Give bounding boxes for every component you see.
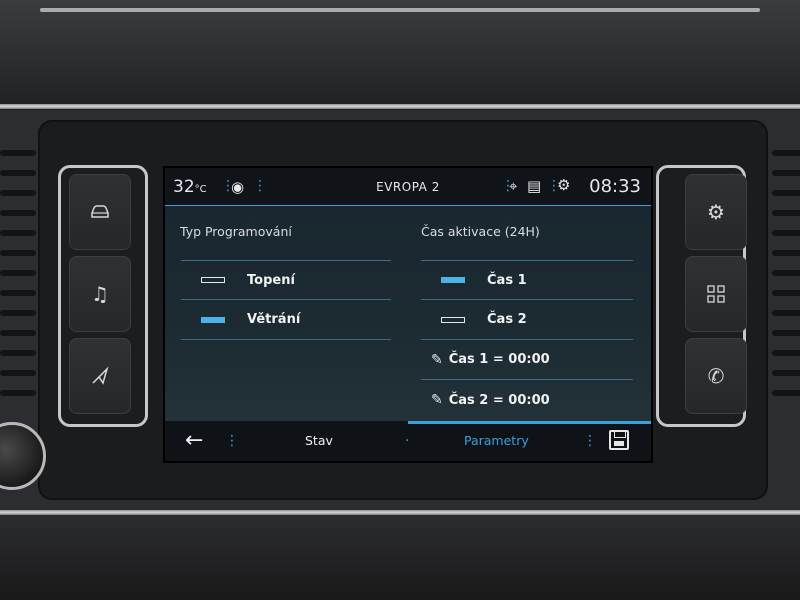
back-arrow-icon[interactable]: ← (185, 428, 203, 453)
settings-gears-icon[interactable]: ⚙ (557, 176, 570, 194)
radio-station-name[interactable]: EVROPA 2 (165, 180, 651, 194)
right-button-panel: ⚙ ✆ (656, 165, 747, 427)
location-pin-icon[interactable]: ⌖ (509, 177, 517, 195)
pencil-icon: ✎ (431, 351, 443, 368)
infotainment-screen: 32°C ⋮ ◉ ⋮ EVROPA 2 ⋮ ⌖ ▤ ⋮ ⚙ 08:33 Typ … (163, 166, 653, 463)
clock: 08:33 (589, 176, 641, 197)
car-icon (91, 205, 109, 218)
separator-dots: ⋮ (225, 433, 239, 449)
edit-time-label: Čas 1 = 00:00 (448, 352, 550, 367)
vehicle-button[interactable] (69, 174, 131, 250)
edit-time-2[interactable]: ✎ Čas 2 = 00:00 (421, 380, 633, 420)
media-button[interactable]: ♫ (69, 256, 131, 332)
navigation-icon (92, 366, 109, 385)
selected-indicator (441, 277, 465, 283)
active-tab-indicator (408, 421, 651, 424)
tab-parameters[interactable]: Parametry (464, 433, 529, 448)
option-label: Čas 2 (487, 312, 527, 327)
save-icon[interactable] (609, 430, 629, 450)
program-type-title: Typ Programování (180, 224, 292, 239)
music-note-icon: ♫ (91, 282, 109, 306)
separator-dots: ⋮ (583, 433, 597, 449)
dashboard-bottom (0, 520, 800, 600)
settings-button[interactable]: ⚙ (685, 174, 747, 250)
option-label: Topení (247, 272, 295, 288)
option-label: Větrání (247, 312, 301, 327)
navigation-button[interactable] (69, 338, 131, 414)
dashboard-top (0, 0, 800, 110)
unselected-indicator (441, 316, 465, 323)
status-bar: 32°C ⋮ ◉ ⋮ EVROPA 2 ⋮ ⌖ ▤ ⋮ ⚙ 08:33 (165, 168, 651, 206)
activation-time-title: Čas aktivace (24H) (421, 224, 540, 239)
dashboard-trim-upper (0, 104, 800, 109)
separator-dots: · (405, 433, 410, 449)
right-air-vent (772, 150, 800, 410)
phone-button[interactable]: ✆ (685, 338, 747, 414)
apps-button[interactable] (685, 256, 747, 332)
dashboard-trim-lower (0, 510, 800, 515)
programming-panel: Typ Programování Čas aktivace (24H) Tope… (165, 206, 651, 421)
bottom-tab-bar: ← ⋮ Stav · Parametry ⋮ (165, 421, 651, 461)
unselected-indicator (201, 277, 225, 283)
settings-icon: ⚙ (707, 200, 725, 224)
apps-grid-icon (707, 285, 725, 303)
activation-time-option-1[interactable]: Čas 1 (421, 260, 633, 300)
option-label: Čas 1 (487, 272, 527, 288)
selected-indicator (201, 316, 225, 323)
program-type-option-ventilation[interactable]: Větrání (181, 300, 391, 340)
left-air-vent (0, 150, 36, 410)
edit-time-1[interactable]: ✎ Čas 1 = 00:00 (421, 340, 633, 380)
program-type-option-heating[interactable]: Topení (181, 260, 391, 300)
activation-time-option-2[interactable]: Čas 2 (421, 300, 633, 340)
edit-time-label: Čas 2 = 00:00 (448, 392, 550, 408)
phone-icon: ✆ (707, 364, 725, 388)
left-button-panel: ♫ (58, 165, 148, 427)
notifications-icon[interactable]: ▤ (527, 177, 541, 195)
pencil-icon: ✎ (431, 392, 443, 408)
tab-status[interactable]: Stav (305, 433, 333, 448)
